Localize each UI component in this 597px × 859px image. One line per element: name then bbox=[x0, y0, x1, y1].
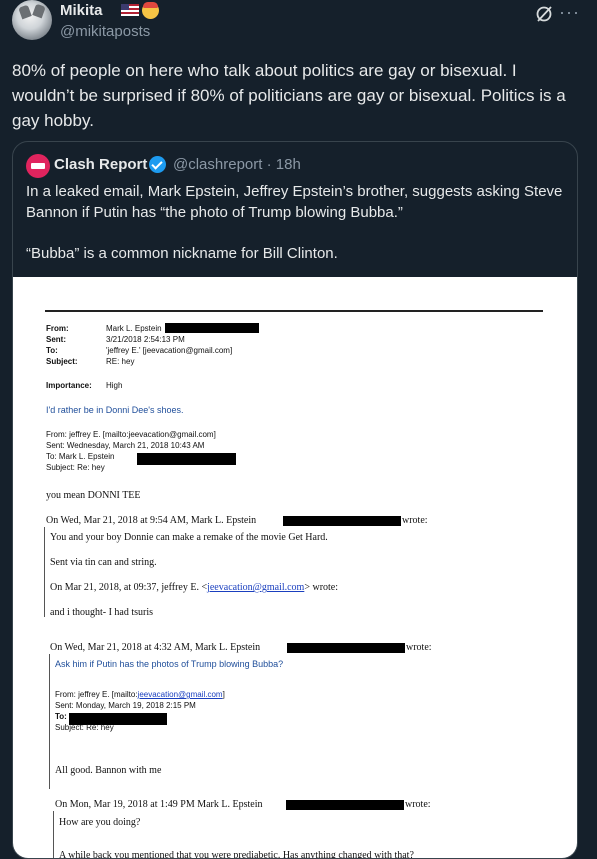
cowboy-face-icon bbox=[142, 2, 159, 19]
email-link[interactable]: jeevacation@gmail.com bbox=[138, 690, 223, 699]
tweet-header: Mikita @mikitaposts ··· bbox=[12, 0, 587, 44]
avatar[interactable] bbox=[12, 0, 52, 40]
us-flag-icon bbox=[121, 4, 139, 16]
email-document-image[interactable]: From: Mark L. Epstein Sent: 3/21/2018 2:… bbox=[13, 277, 577, 858]
verified-badge-icon bbox=[149, 156, 166, 173]
from-value: Mark L. Epstein bbox=[106, 324, 162, 333]
more-options-icon[interactable]: ··· bbox=[559, 2, 580, 23]
subject-value: RE: hey bbox=[106, 357, 135, 366]
to-label: To: bbox=[46, 346, 58, 355]
h2-to: To: Mark L. Epstein bbox=[46, 452, 115, 461]
get-hard-line: You and your boy Donnie can make a remak… bbox=[50, 532, 328, 543]
bannon-line: All good. Bannon with me bbox=[55, 765, 162, 776]
quoted-text-paragraph-1: In a leaked email, Mark Epstein, Jeffrey… bbox=[26, 183, 563, 221]
email-link[interactable]: jeevacation@gmail.com bbox=[207, 582, 304, 593]
author-name[interactable]: Mikita bbox=[60, 2, 103, 19]
redaction-bar bbox=[137, 453, 236, 465]
h2-from: From: jeffrey E. [mailto:jeevacation@gma… bbox=[46, 430, 216, 439]
reply-text: I'd rather be in Donni Dee's shoes. bbox=[46, 405, 184, 415]
tweet-text: 80% of people on here who talk about pol… bbox=[12, 61, 566, 130]
redaction-bar bbox=[286, 800, 404, 810]
quote-bar bbox=[44, 527, 45, 617]
wrote-suffix: wrote: bbox=[405, 799, 431, 810]
subject-label: Subject: bbox=[46, 357, 78, 366]
h2-sent: Sent: Wednesday, March 21, 2018 10:43 AM bbox=[46, 441, 205, 450]
wrote-line-4: On Mon, Mar 19, 2018 at 1:49 PM Mark L. … bbox=[55, 799, 263, 810]
redaction-bar bbox=[287, 643, 405, 653]
tsuris-line: and i thought- I had tsuris bbox=[50, 607, 154, 618]
h3-from: From: jeffrey E. [mailto:jeevacation@gma… bbox=[55, 690, 225, 699]
grok-icon[interactable] bbox=[534, 4, 554, 24]
wrote-line-2: On Mar 21, 2018, at 09:37, jeffrey E. <j… bbox=[50, 582, 339, 593]
quoted-tweet[interactable]: Clash Report @clashreport · 18h In a lea… bbox=[12, 141, 578, 859]
putin-line: Ask him if Putin has the photos of Trump… bbox=[55, 659, 284, 669]
redaction-bar bbox=[165, 323, 259, 333]
wrote-suffix: wrote: bbox=[406, 642, 432, 653]
quoted-author-name[interactable]: Clash Report bbox=[54, 156, 147, 173]
importance-value: High bbox=[106, 381, 123, 390]
clash-report-logo[interactable] bbox=[26, 154, 50, 178]
h2-subject: Subject: Re: hey bbox=[46, 463, 105, 472]
donni-line: you mean DONNI TEE bbox=[46, 490, 141, 501]
wrote-line-1: On Wed, Mar 21, 2018 at 9:54 AM, Mark L.… bbox=[46, 515, 257, 526]
h3-subject: Subject: Re: hey bbox=[55, 723, 114, 732]
quoted-text-paragraph-2: “Bubba” is a common nickname for Bill Cl… bbox=[26, 245, 338, 262]
quote-bar bbox=[53, 811, 54, 858]
wrote-line-3: On Wed, Mar 21, 2018 at 4:32 AM, Mark L.… bbox=[50, 642, 261, 653]
quote-bar bbox=[49, 654, 50, 789]
quoted-author-handle[interactable]: @clashreport · 18h bbox=[173, 156, 301, 173]
redaction-bar bbox=[283, 516, 401, 526]
to-value: 'jeffrey E.' [jeevacation@gmail.com] bbox=[106, 346, 233, 355]
from-label: From: bbox=[46, 324, 69, 333]
how-are-you-line: How are you doing? bbox=[59, 817, 141, 828]
sent-label: Sent: bbox=[46, 335, 66, 344]
h3-to: To: bbox=[55, 712, 67, 721]
author-handle[interactable]: @mikitaposts bbox=[60, 23, 150, 40]
sent-value: 3/21/2018 2:54:13 PM bbox=[106, 335, 185, 344]
header-rule bbox=[45, 310, 543, 312]
h3-sent: Sent: Monday, March 19, 2018 2:15 PM bbox=[55, 701, 196, 710]
importance-label: Importance: bbox=[46, 381, 92, 390]
quoted-text: In a leaked email, Mark Epstein, Jeffrey… bbox=[26, 181, 566, 284]
tin-can-line: Sent via tin can and string. bbox=[50, 557, 157, 568]
wrote-suffix: wrote: bbox=[402, 515, 428, 526]
